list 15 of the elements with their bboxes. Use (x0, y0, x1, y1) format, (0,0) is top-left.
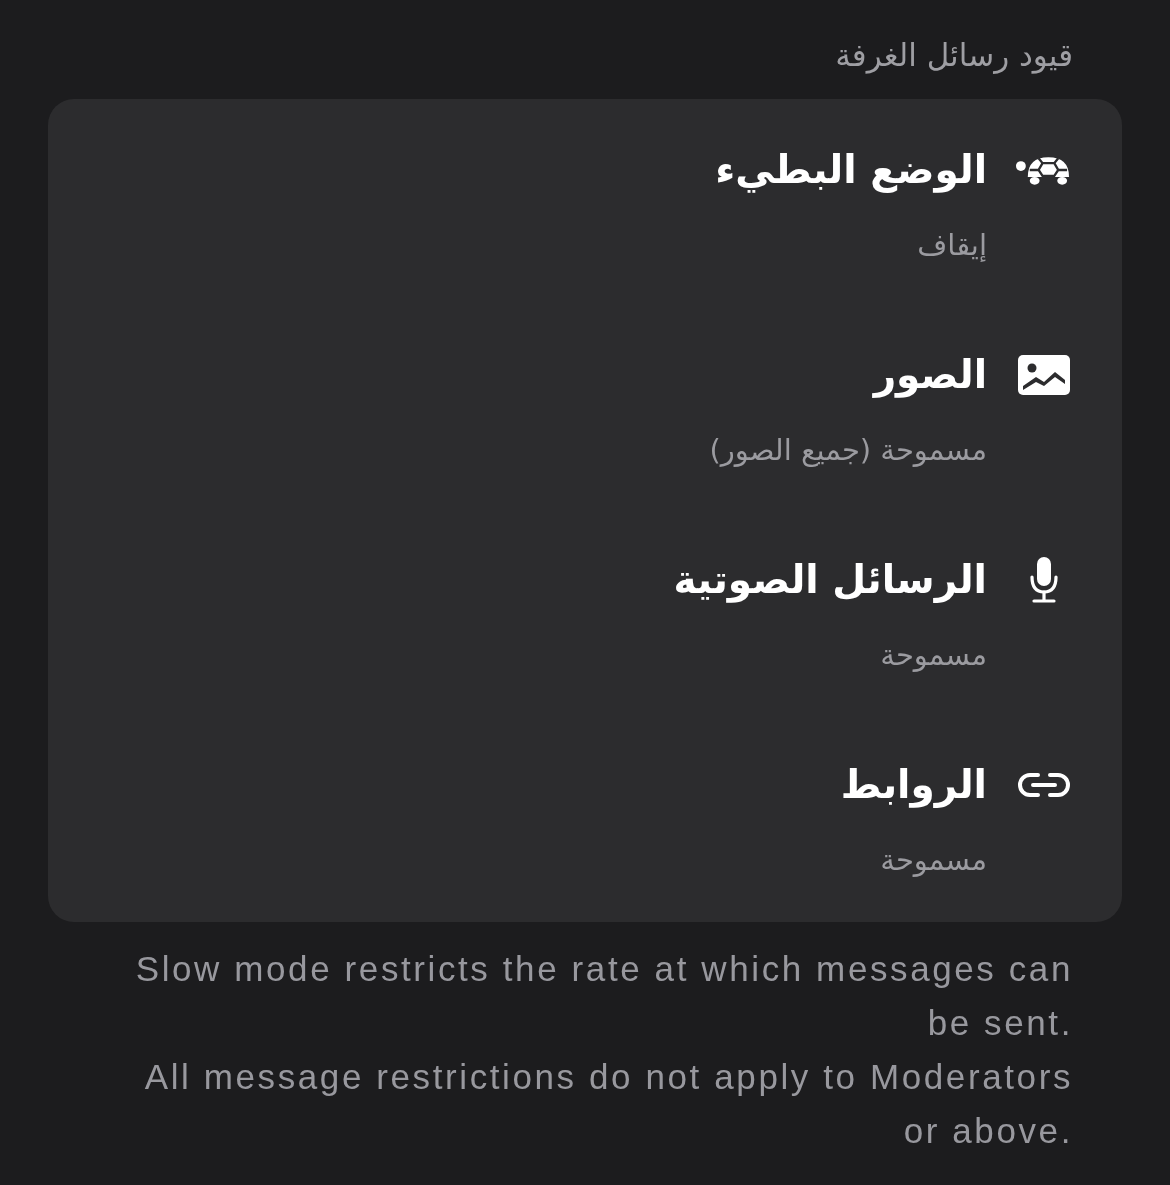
turtle-icon (1015, 154, 1072, 186)
setting-value: مسموحة (880, 637, 987, 674)
link-icon (1016, 772, 1071, 798)
setting-value: مسموحة (880, 842, 987, 879)
microphone-icon (1028, 557, 1059, 603)
setting-title[interactable]: الصور (873, 344, 987, 406)
setting-title[interactable]: الرسائل الصوتية (673, 549, 987, 611)
setting-title[interactable]: الوضع البطيء (715, 139, 987, 201)
setting-value: إيقاف (917, 227, 987, 264)
setting-title[interactable]: الروابط (840, 754, 987, 816)
footer-note: All message restrictions do not apply to Moderators or above. (143, 1056, 1073, 1152)
footer-note: Slow mode restricts the rate at which messages can be sent. (134, 948, 1073, 1044)
setting-value: مسموحة (جميع الصور) (709, 432, 987, 469)
image-icon (1017, 355, 1070, 395)
section-header: قيود رسائل الغرفة (835, 36, 1073, 76)
